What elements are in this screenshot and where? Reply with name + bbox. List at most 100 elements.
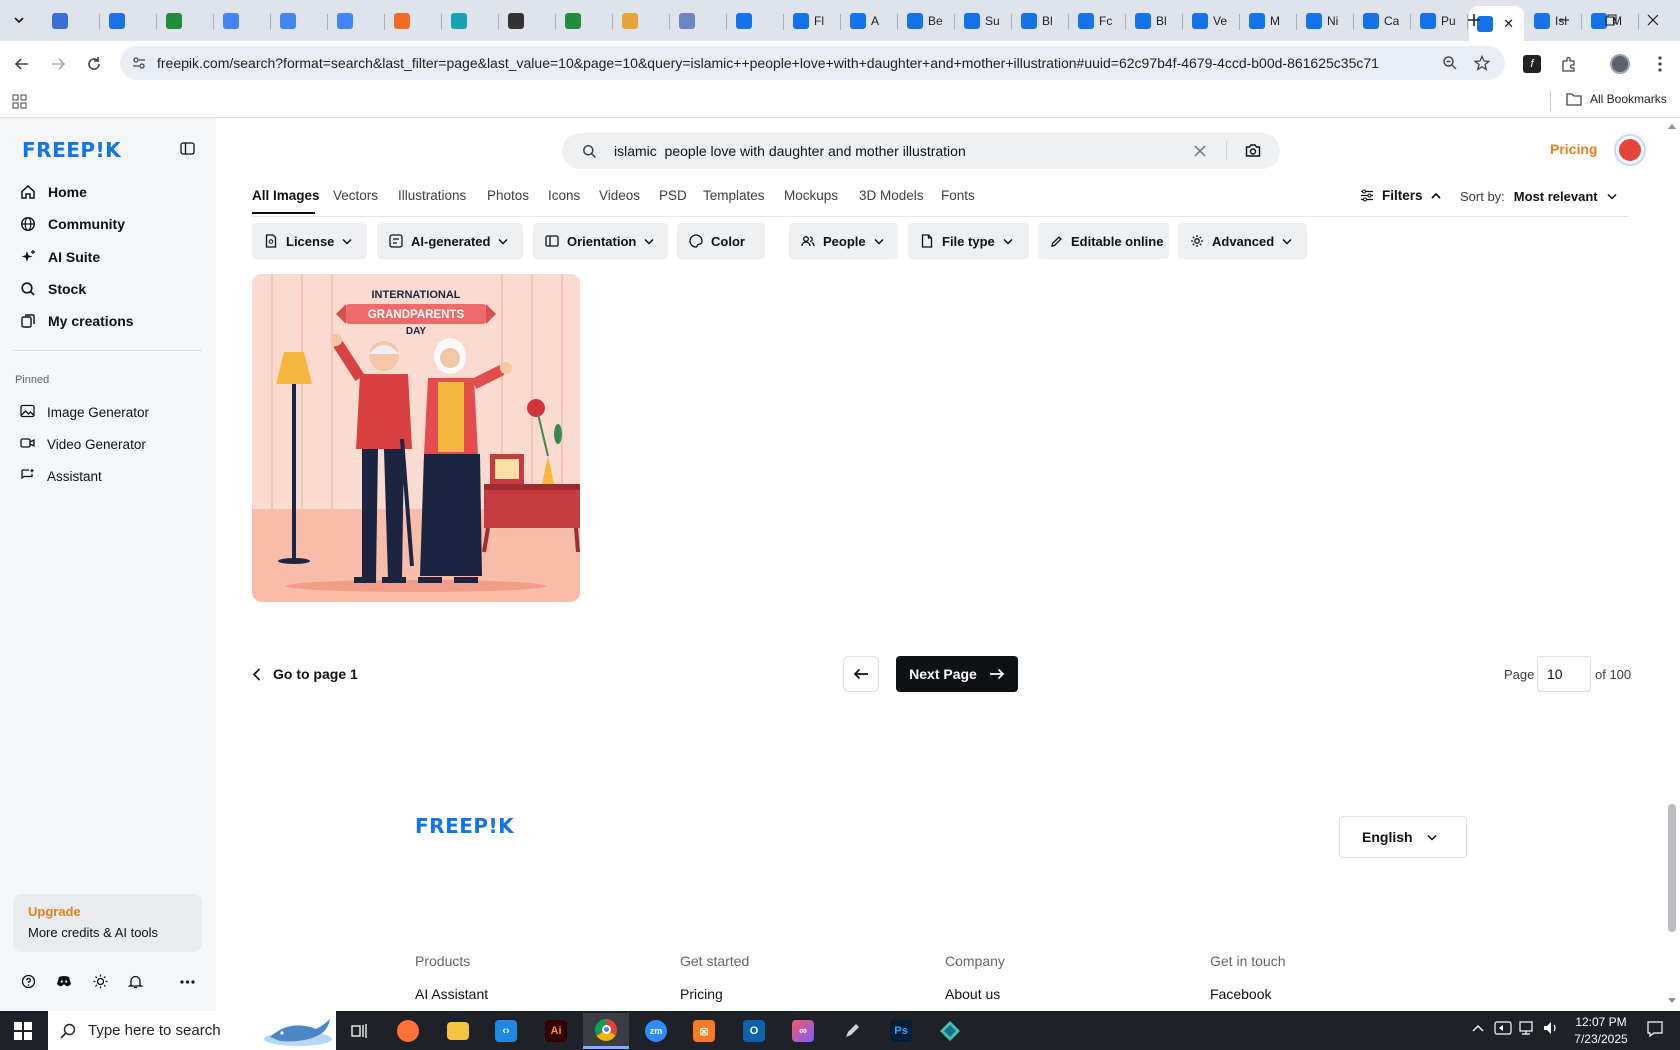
next-page-button[interactable]: Next Page: [896, 656, 1018, 692]
browser-tab[interactable]: Su: [956, 6, 1012, 36]
browser-tab[interactable]: Bl: [1127, 6, 1183, 36]
sidebar-item-home[interactable]: Home: [20, 180, 87, 204]
people-filter[interactable]: People: [789, 223, 898, 259]
footer-link-about-us[interactable]: About us: [945, 986, 1000, 1002]
browser-tab[interactable]: Bl: [1013, 6, 1069, 36]
browser-tab[interactable]: [329, 6, 385, 36]
zoom-icon[interactable]: [1442, 55, 1458, 71]
taskbar-clock[interactable]: 12:07 PM 7/23/2025: [1566, 1014, 1636, 1048]
tab-illustrations[interactable]: Illustrations: [398, 188, 466, 203]
browser-menu-button[interactable]: [1646, 50, 1674, 78]
browser-tab[interactable]: Ca: [1355, 6, 1411, 36]
taskbar-firefox[interactable]: [385, 1013, 431, 1049]
tray-app-icon[interactable]: [1494, 1020, 1512, 1036]
scroll-down-arrow-icon[interactable]: [1668, 998, 1676, 1003]
site-settings-icon[interactable]: [132, 56, 146, 70]
taskbar-search-box[interactable]: Type here to search: [48, 1011, 336, 1050]
network-icon[interactable]: [1518, 1020, 1536, 1036]
tab-3d-models[interactable]: 3D Models: [859, 188, 924, 203]
browser-tab[interactable]: A: [842, 6, 898, 36]
pricing-link[interactable]: Pricing: [1550, 141, 1597, 157]
browser-tab[interactable]: [728, 6, 784, 36]
collapse-sidebar-icon[interactable]: [180, 142, 195, 155]
extensions-menu-button[interactable]: [1555, 50, 1583, 78]
result-card[interactable]: INTERNATIONAL GRANDPARENTS DAY: [252, 274, 580, 602]
browser-tab[interactable]: [158, 6, 214, 36]
taskbar-photoshop[interactable]: Ps: [878, 1013, 924, 1049]
volume-icon[interactable]: [1542, 1020, 1560, 1036]
profile-button[interactable]: [1606, 50, 1634, 78]
search-input[interactable]: islamic people love with daughter and mo…: [614, 143, 966, 159]
sidebar-item-assistant[interactable]: Assistant: [20, 464, 102, 488]
color-filter[interactable]: Color: [677, 223, 765, 259]
sidebar-item-video-generator[interactable]: Video Generator: [20, 432, 146, 456]
taskbar-pen-tool[interactable]: [829, 1013, 875, 1049]
sort-dropdown[interactable]: Sort by: Most relevant: [1460, 189, 1617, 204]
sidebar-item-ai-suite[interactable]: AI Suite: [20, 245, 100, 269]
sidebar-item-my-creations[interactable]: My creations: [20, 309, 134, 333]
bell-icon[interactable]: [128, 974, 143, 989]
browser-tab[interactable]: [386, 6, 442, 36]
browser-tab[interactable]: [443, 6, 499, 36]
tab-videos[interactable]: Videos: [599, 188, 640, 203]
browser-tab[interactable]: [215, 6, 271, 36]
more-icon[interactable]: [180, 980, 195, 984]
sidebar-item-community[interactable]: Community: [20, 212, 125, 236]
discord-icon[interactable]: [56, 975, 72, 988]
reload-button[interactable]: [80, 50, 108, 78]
apps-grid-icon[interactable]: [12, 94, 27, 109]
footer-link-ai-assistant[interactable]: AI Assistant: [415, 986, 488, 1002]
browser-tab[interactable]: Ve: [1184, 6, 1240, 36]
camera-search-icon[interactable]: [1245, 143, 1261, 158]
tab-search-button[interactable]: [7, 8, 31, 32]
address-bar[interactable]: freepik.com/search?format=search&last_fi…: [120, 46, 1505, 80]
browser-tab[interactable]: Be: [899, 6, 955, 36]
sidebar-item-image-generator[interactable]: Image Generator: [20, 400, 149, 424]
browser-tab[interactable]: Ni: [1298, 6, 1354, 36]
browser-tab[interactable]: [671, 6, 727, 36]
tab-templates[interactable]: Templates: [703, 188, 765, 203]
extension-button[interactable]: f: [1518, 50, 1546, 78]
url-text[interactable]: freepik.com/search?format=search&last_fi…: [157, 55, 1379, 71]
upgrade-card[interactable]: Upgrade More credits & AI tools: [13, 894, 202, 952]
editable-online-filter[interactable]: Editable online: [1038, 223, 1169, 259]
taskbar-vscode[interactable]: ‹›: [483, 1013, 529, 1049]
tab-psd[interactable]: PSD: [659, 188, 687, 203]
forward-button[interactable]: [44, 50, 72, 78]
tab-vectors[interactable]: Vectors: [333, 188, 378, 203]
scroll-up-arrow-icon[interactable]: [1668, 124, 1676, 129]
browser-tab[interactable]: M: [1241, 6, 1297, 36]
close-tab-icon[interactable]: ✕: [1503, 16, 1514, 32]
browser-tab[interactable]: [500, 6, 556, 36]
footer-logo[interactable]: FREEP!K: [415, 814, 514, 838]
bookmark-star-icon[interactable]: [1474, 55, 1490, 71]
ai-generated-filter[interactable]: AI-generated: [377, 223, 523, 259]
taskbar-outlook[interactable]: O: [731, 1013, 777, 1049]
taskbar-zoom[interactable]: zm: [633, 1013, 679, 1049]
license-filter[interactable]: License: [252, 223, 367, 259]
advanced-filter[interactable]: Advanced: [1178, 223, 1307, 259]
tray-chevron-up-icon[interactable]: [1472, 1024, 1484, 1032]
browser-tab[interactable]: [101, 6, 157, 36]
taskbar-chrome[interactable]: [583, 1013, 629, 1049]
browser-tab[interactable]: [557, 6, 613, 36]
taskbar-illustrator[interactable]: Ai: [533, 1013, 579, 1049]
new-tab-button[interactable]: [1462, 8, 1486, 32]
page-number-input[interactable]: 10: [1537, 656, 1591, 692]
footer-link-pricing[interactable]: Pricing: [680, 986, 723, 1002]
sidebar-item-stock[interactable]: Stock: [20, 277, 86, 301]
taskbar-file-explorer[interactable]: [435, 1013, 481, 1049]
orientation-filter[interactable]: Orientation: [533, 223, 668, 259]
help-icon[interactable]: [21, 974, 36, 989]
tab-icons[interactable]: Icons: [548, 188, 580, 203]
browser-tab[interactable]: Fc: [1070, 6, 1126, 36]
notification-icon[interactable]: [1646, 1020, 1664, 1038]
language-selector[interactable]: English: [1339, 816, 1467, 858]
page-scrollbar[interactable]: [1664, 118, 1680, 1011]
tab-all-images[interactable]: All Images: [252, 188, 320, 203]
browser-tab[interactable]: Fl: [785, 6, 841, 36]
scrollbar-thumb[interactable]: [1668, 804, 1676, 932]
footer-link-facebook[interactable]: Facebook: [1210, 986, 1271, 1002]
theme-sun-icon[interactable]: [93, 974, 108, 989]
task-view-button[interactable]: [337, 1013, 383, 1049]
